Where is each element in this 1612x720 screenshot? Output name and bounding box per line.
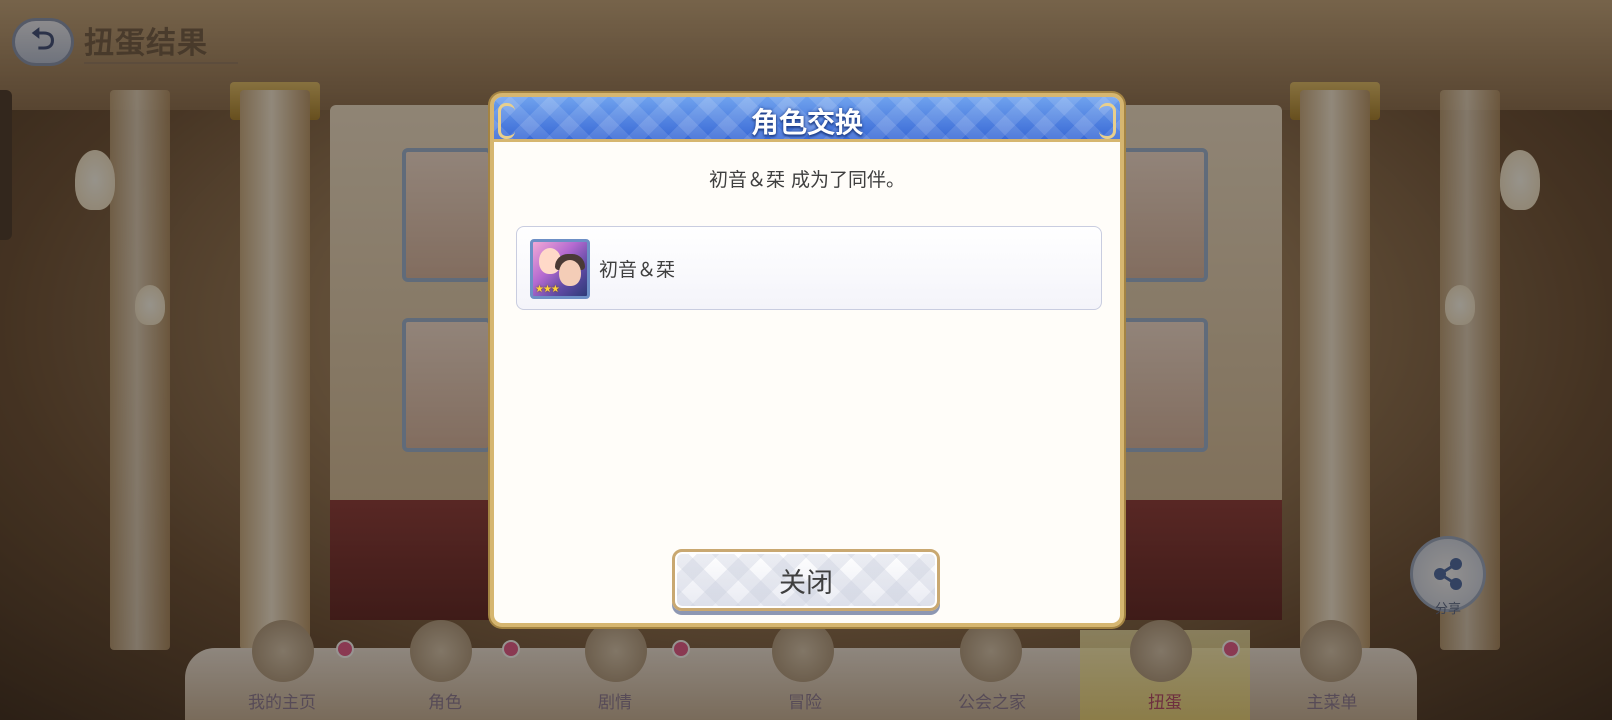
- star-rating-icon: ★★★: [535, 284, 560, 295]
- dialog-message: 初音＆栞 成为了同伴。: [708, 169, 906, 191]
- close-button[interactable]: 关闭: [672, 549, 940, 611]
- character-portrait-icon[interactable]: ★★★: [530, 239, 590, 299]
- result-list-item: ★★★ 初音＆栞: [516, 226, 1102, 310]
- character-name: 初音＆栞: [599, 259, 676, 281]
- dialog-header: 角色交换: [494, 97, 1120, 142]
- dialog-title: 角色交换: [750, 106, 863, 139]
- portrait-face: [559, 260, 581, 286]
- character-exchange-dialog: 角色交换 初音＆栞 成为了同伴。 ★★★ 初音＆栞 关闭: [490, 93, 1124, 627]
